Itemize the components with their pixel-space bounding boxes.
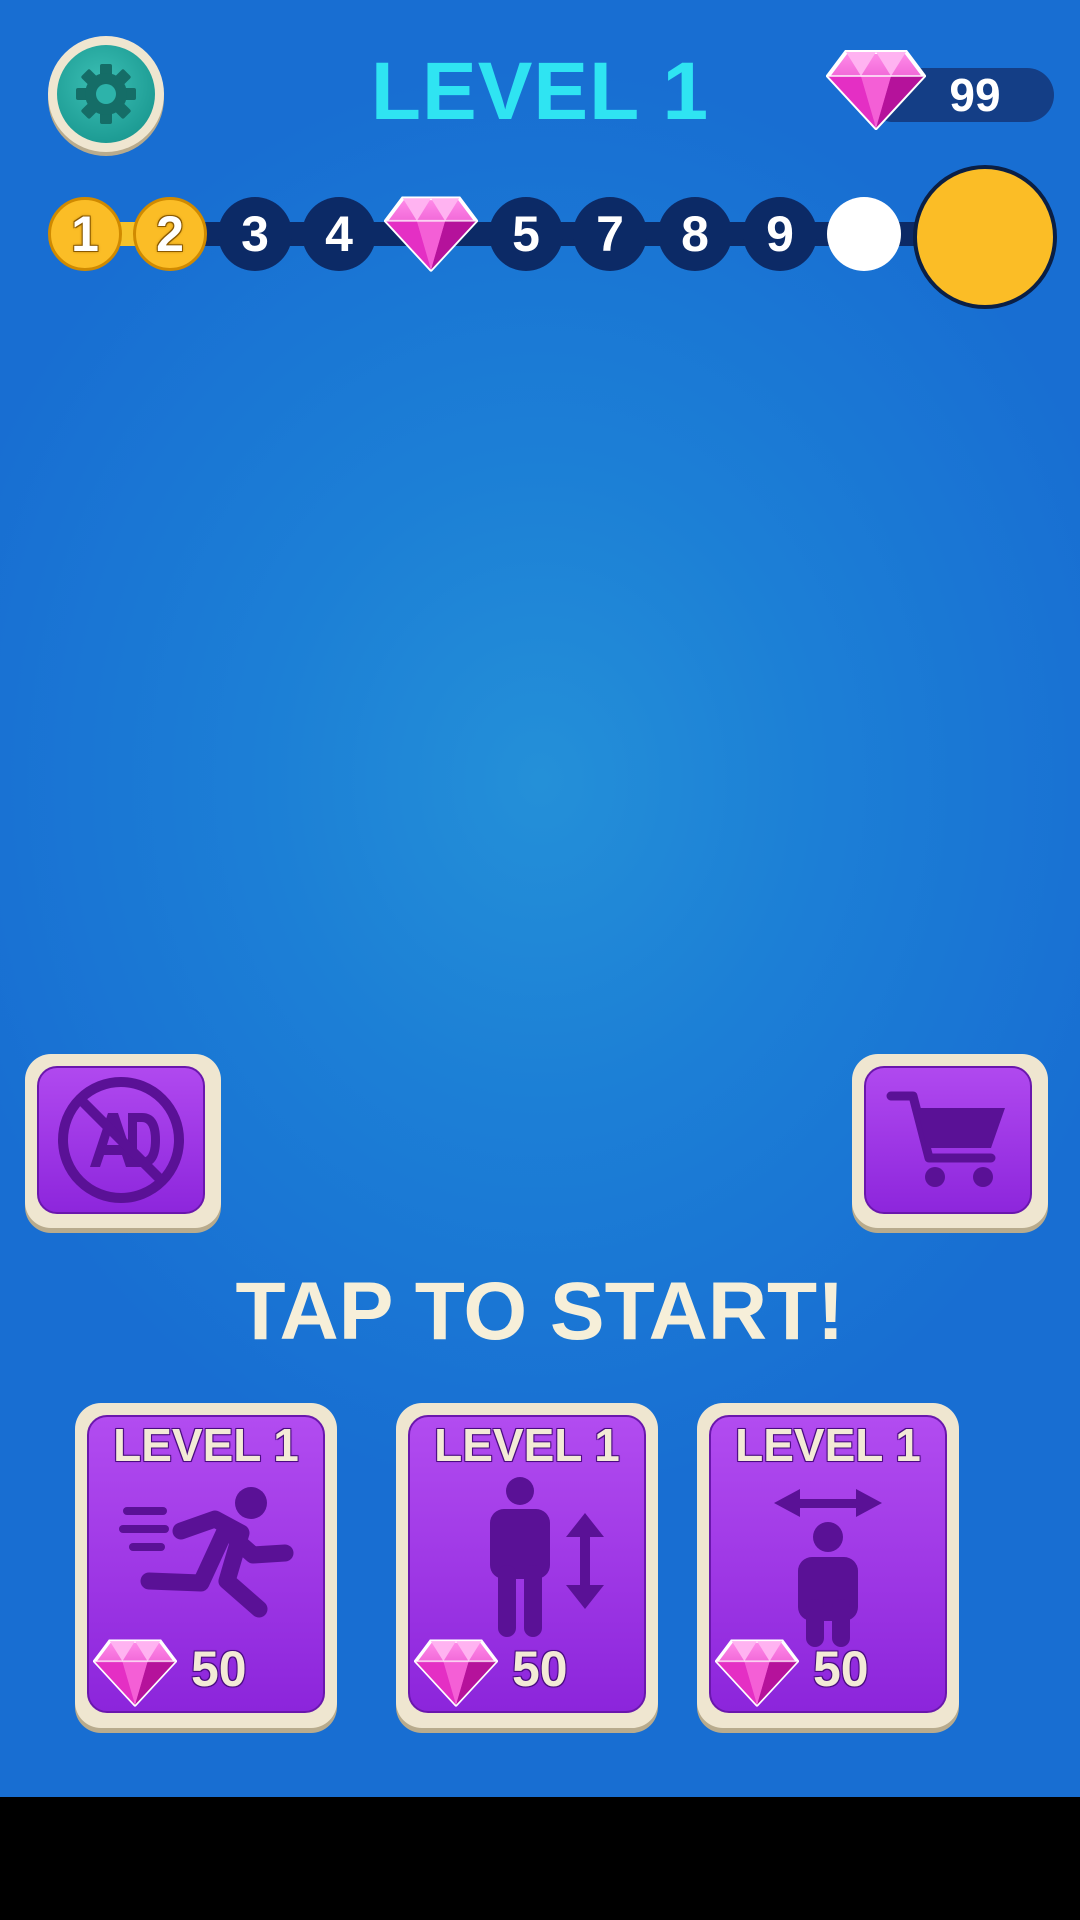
upgrade-price: 50 [191, 1641, 247, 1697]
progress-node-empty [827, 197, 901, 271]
width-upgrade-card[interactable]: LEVEL 1 50 [697, 1403, 959, 1728]
progress-node-final [913, 165, 1057, 309]
settings-button[interactable] [48, 36, 164, 152]
upgrade-level-label: LEVEL 1 [113, 1419, 299, 1471]
no-ads-icon [58, 1077, 184, 1203]
no-ads-button[interactable] [25, 1054, 221, 1228]
speed-upgrade-card[interactable]: LEVEL 1 50 [75, 1403, 337, 1728]
system-nav-bar [0, 1797, 1080, 1920]
running-man-icon [119, 1487, 294, 1618]
upgrade-price: 50 [813, 1641, 869, 1697]
tap-to-start-prompt[interactable]: TAP TO START! [0, 1262, 1080, 1362]
height-person-icon [490, 1477, 604, 1637]
gem-icon [414, 1639, 498, 1707]
progress-node: 2 [133, 197, 207, 271]
progress-node: 4 [302, 197, 376, 271]
gear-icon [76, 64, 136, 124]
gem-icon [93, 1639, 177, 1707]
upgrade-level-label: LEVEL 1 [434, 1419, 620, 1471]
gem-reward-icon [384, 196, 478, 272]
level-title: LEVEL 1 [370, 46, 710, 137]
gem-count: 99 [949, 69, 1001, 121]
width-person-icon [774, 1489, 882, 1647]
height-upgrade-card[interactable]: LEVEL 1 50 [396, 1403, 658, 1728]
progress-node: 3 [218, 197, 292, 271]
gem-icon [826, 50, 926, 130]
game-screen[interactable]: LEVEL 1 99 1 2 3 4 5 7 8 9 TAP TO START!… [0, 0, 1080, 1797]
progress-node: 1 [48, 197, 122, 271]
progress-node: 5 [489, 197, 563, 271]
upgrade-price: 50 [512, 1641, 568, 1697]
upgrade-level-label: LEVEL 1 [735, 1419, 921, 1471]
shopping-cart-icon [886, 1091, 1005, 1187]
gem-icon [715, 1639, 799, 1707]
progress-node: 8 [658, 197, 732, 271]
progress-node: 9 [743, 197, 817, 271]
shop-button[interactable] [852, 1054, 1048, 1228]
progress-node: 7 [573, 197, 647, 271]
